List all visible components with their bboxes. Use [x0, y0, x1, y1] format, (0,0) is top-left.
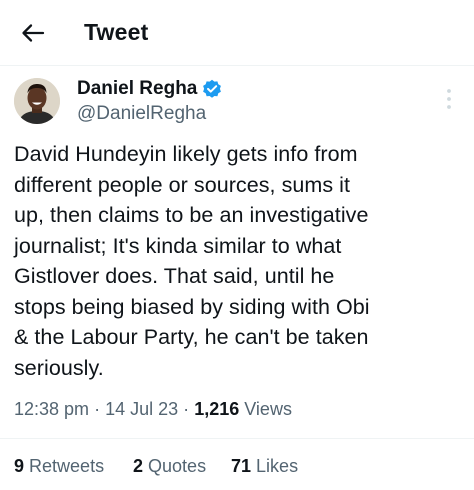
tweet-text: David Hundeyin likely gets info from dif… — [14, 139, 466, 383]
avatar[interactable] — [14, 78, 60, 124]
tweet-line: up, then claims to be an investigative — [14, 203, 369, 227]
retweets-label: Retweets — [29, 456, 105, 476]
tweet-line: seriously. — [14, 355, 104, 380]
tweet-metadata: 12:38 pm · 14 Jul 23 · 1,216 Views — [14, 399, 292, 420]
arrow-left-icon — [22, 24, 45, 42]
tweet-line: different people or sources, sums it — [14, 172, 351, 197]
separator-dot: · — [183, 399, 190, 419]
page-title: Tweet — [84, 19, 149, 45]
tweet-line: stops being biased by siding with Obi — [14, 294, 370, 319]
engagement-stats: 9 Retweets 2 Quotes 71 Likes — [0, 438, 474, 490]
tweet-time[interactable]: 12:38 pm — [14, 399, 89, 419]
author-display-name[interactable]: Daniel Regha — [77, 78, 197, 100]
likes-count: 71 — [231, 456, 252, 476]
likes-label: Likes — [256, 456, 299, 476]
views-count: 1,216 — [194, 399, 240, 419]
author-handle[interactable]: @DanielRegha — [77, 103, 206, 125]
likes-stat[interactable]: 71 Likes — [231, 456, 298, 477]
retweets-stat[interactable]: 9 Retweets — [14, 456, 104, 477]
author-name-row: Daniel Regha — [77, 78, 222, 100]
retweets-count: 9 — [14, 456, 25, 476]
tweet-line: Gistlover does. That said, until he — [14, 264, 335, 288]
separator-dot: · — [94, 399, 101, 419]
quotes-label: Quotes — [148, 456, 207, 476]
top-bar: Tweet — [0, 0, 474, 66]
more-options-icon[interactable] — [444, 88, 454, 110]
tweet-line: & the Labour Party, he can't be taken — [14, 325, 369, 349]
tweet-date[interactable]: 14 Jul 23 — [105, 399, 178, 419]
tweet-line: journalist; It's kinda similar to what — [14, 233, 342, 258]
quotes-count: 2 — [133, 456, 144, 476]
verified-badge-icon — [202, 79, 222, 99]
views-label: Views — [244, 399, 292, 419]
tweet-line: David Hundeyin likely gets info from — [14, 142, 358, 166]
quotes-stat[interactable]: 2 Quotes — [133, 456, 206, 477]
back-button[interactable] — [18, 18, 48, 48]
